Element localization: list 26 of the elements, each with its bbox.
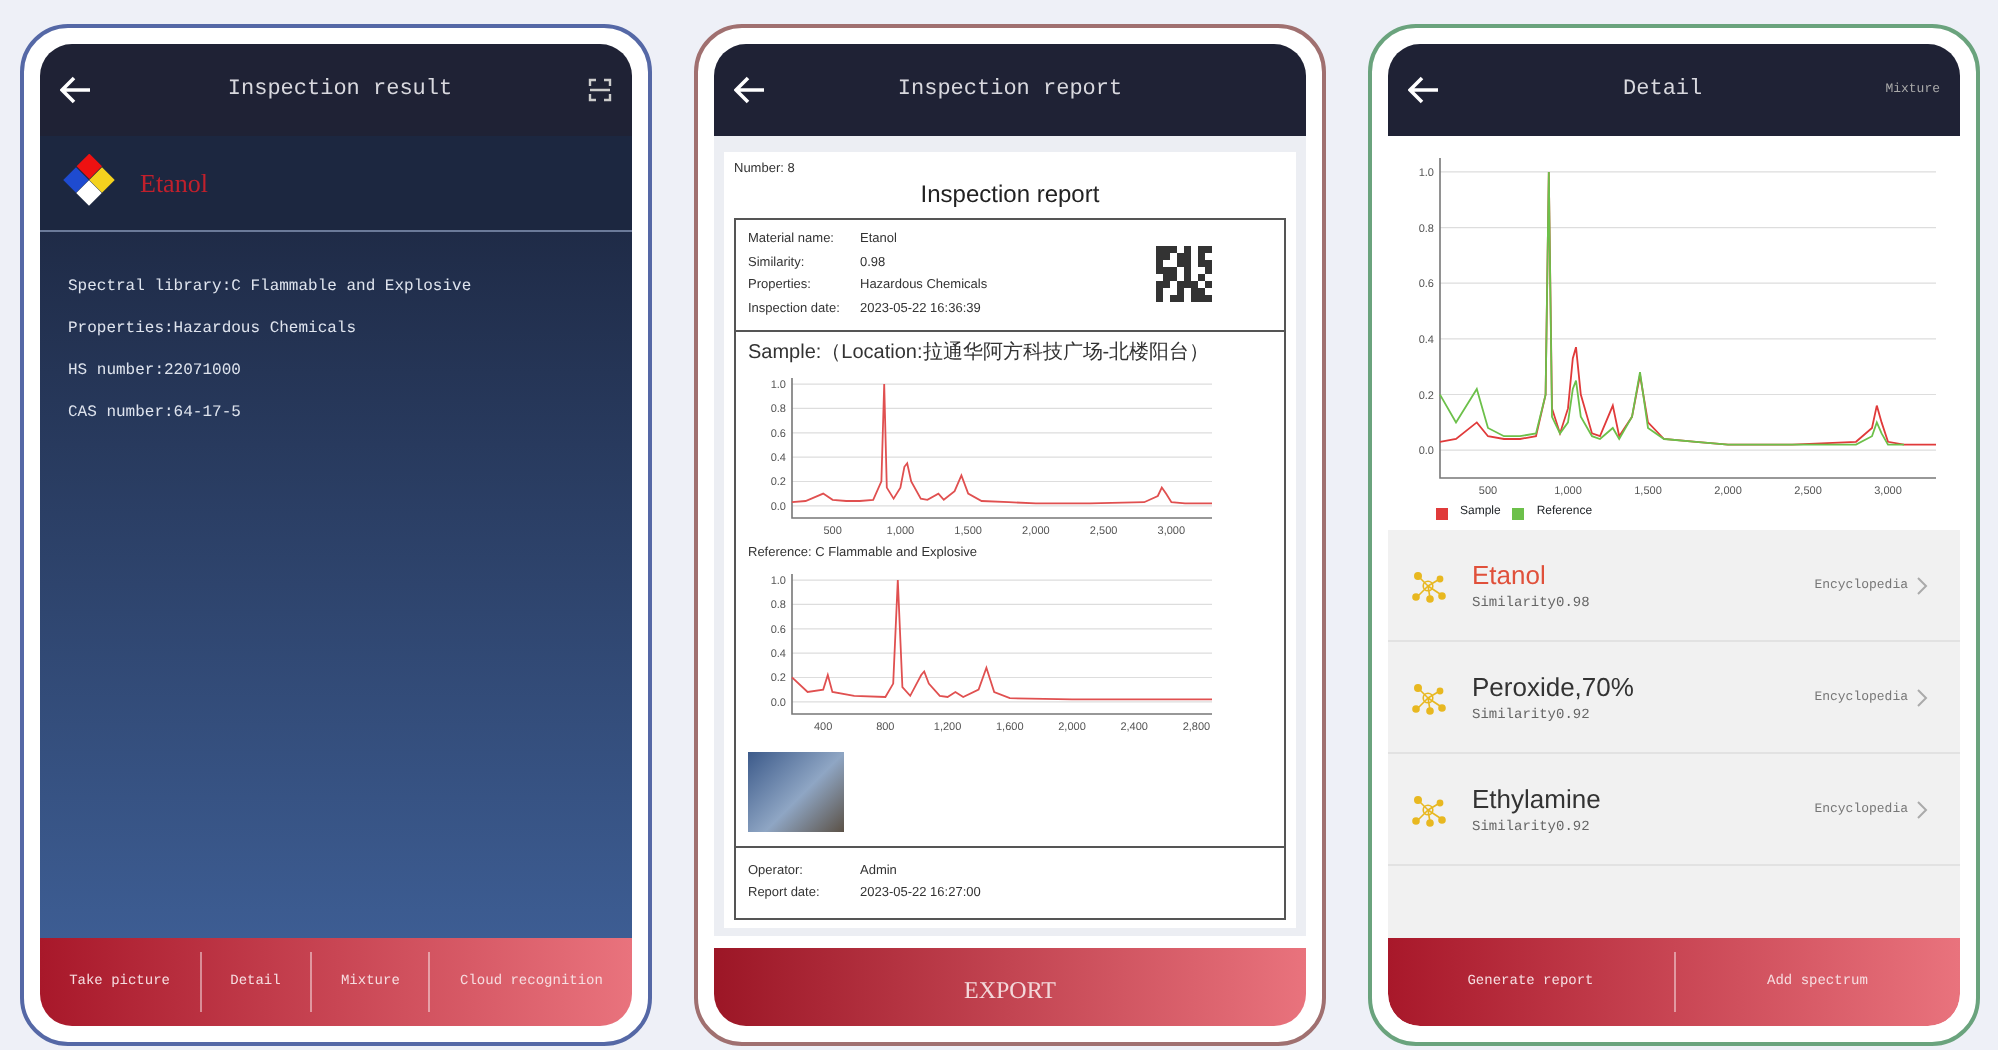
chevron-right-icon bbox=[1916, 575, 1928, 595]
scan-icon[interactable] bbox=[588, 78, 612, 102]
back-arrow-icon[interactable] bbox=[1408, 76, 1440, 104]
detail-text: Properties:Hazardous Chemicals bbox=[68, 318, 359, 342]
screen-title: Inspection report bbox=[895, 75, 1125, 106]
compound-name: Etanol bbox=[1472, 557, 1548, 593]
molecule-icon bbox=[1408, 679, 1448, 715]
screen-title: Detail bbox=[1621, 75, 1705, 106]
back-arrow-icon[interactable] bbox=[734, 76, 766, 104]
back-arrow-icon[interactable] bbox=[60, 76, 92, 104]
export-button[interactable]: EXPORT bbox=[714, 948, 1306, 1026]
report-heading: Inspection report bbox=[918, 177, 1102, 212]
detail-text: HS number:22071000 bbox=[68, 360, 243, 384]
detail-text: Spectral library:C Flammable and Explosive bbox=[68, 276, 474, 300]
molecule-icon bbox=[1408, 791, 1448, 827]
chevron-right-icon bbox=[1916, 687, 1928, 707]
substance-name: Etanol bbox=[140, 165, 208, 202]
qr-code-icon bbox=[1156, 246, 1212, 303]
sample-label: Sample:（Location:拉通华阿方科技广场-北楼阳台） bbox=[748, 339, 1212, 368]
chevron-right-icon bbox=[1916, 799, 1928, 819]
screen-title: Inspection result bbox=[225, 75, 455, 106]
molecule-icon bbox=[1408, 567, 1448, 603]
photo-placeholder bbox=[748, 751, 844, 831]
detail-text: CAS number:64-17-5 bbox=[68, 402, 243, 426]
compound-name: Ethylamine bbox=[1472, 781, 1601, 818]
compound-name: Peroxide,70% bbox=[1472, 669, 1634, 705]
